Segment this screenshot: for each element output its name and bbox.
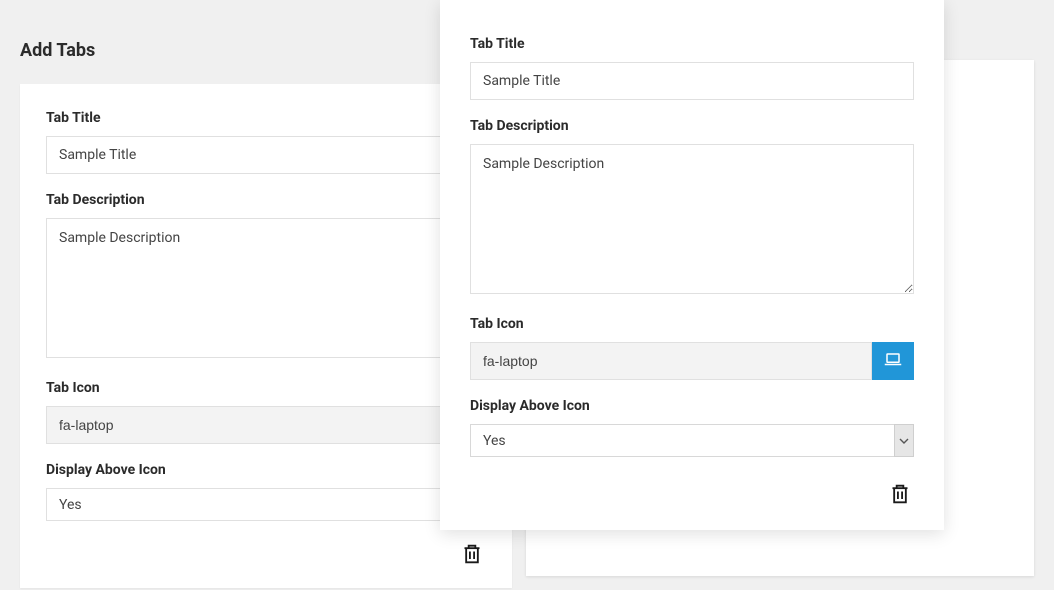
delete-tab-button[interactable] xyxy=(886,479,914,512)
trash-icon xyxy=(890,493,910,508)
tab-icon-input[interactable] xyxy=(46,406,486,444)
tab-icon-label: Tab Icon xyxy=(470,316,914,332)
tab-title-label: Tab Title xyxy=(46,110,486,126)
tab-icon-input[interactable] xyxy=(470,342,872,380)
page-title: Add Tabs xyxy=(20,40,95,61)
icon-picker-button[interactable] xyxy=(872,342,914,380)
tab-description-textarea[interactable]: Sample Description xyxy=(46,218,486,358)
tab-card-front: Tab Title Tab Description Sample Descrip… xyxy=(440,0,944,530)
display-above-icon-label: Display Above Icon xyxy=(46,462,486,478)
laptop-icon xyxy=(884,353,902,370)
tab-icon-label: Tab Icon xyxy=(46,380,486,396)
tab-title-input[interactable] xyxy=(46,136,486,174)
display-above-icon-select[interactable]: Yes xyxy=(470,424,914,457)
tab-title-input[interactable] xyxy=(470,62,914,100)
display-above-icon-select[interactable]: Yes xyxy=(46,488,486,521)
trash-icon xyxy=(462,553,482,568)
display-above-icon-label: Display Above Icon xyxy=(470,398,914,414)
tab-title-label: Tab Title xyxy=(470,36,914,52)
tab-description-textarea[interactable]: Sample Description xyxy=(470,144,914,294)
tab-card-back: Tab Title Tab Description Sample Descrip… xyxy=(20,84,512,588)
tab-description-label: Tab Description xyxy=(470,118,914,134)
delete-tab-button[interactable] xyxy=(458,539,486,572)
tab-description-label: Tab Description xyxy=(46,192,486,208)
